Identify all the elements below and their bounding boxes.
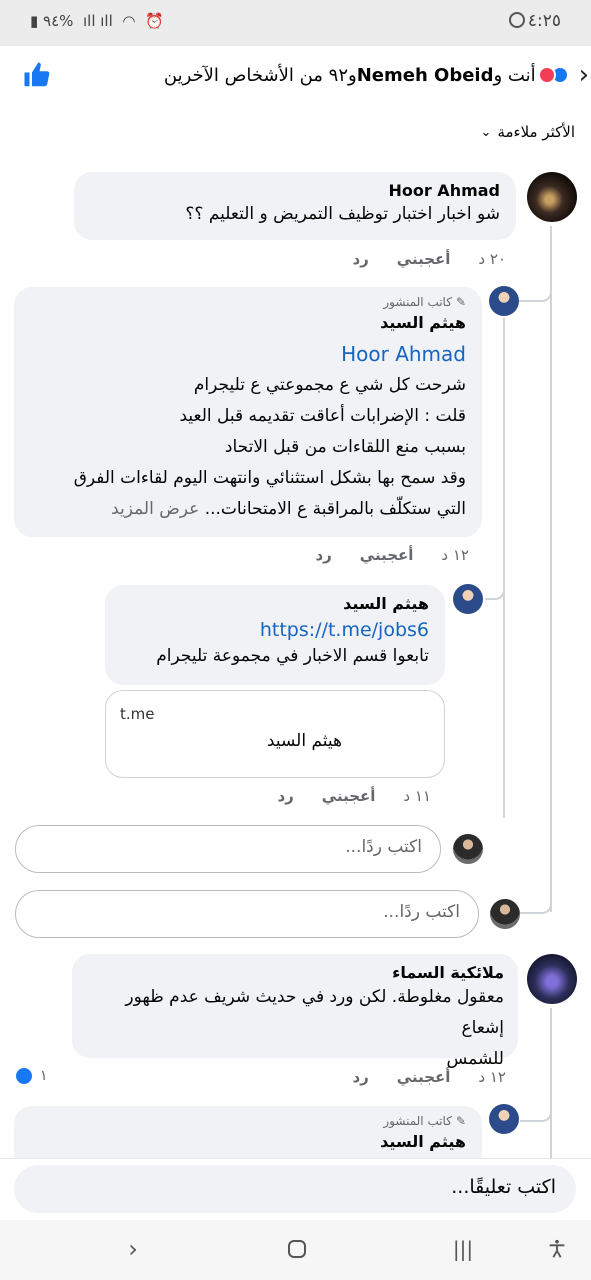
- comment-input[interactable]: اكتب تعليقًا...: [14, 1165, 576, 1213]
- comment-bubble[interactable]: Hoor Ahmad شو اخبار اختبار توظيف التمريض…: [74, 172, 516, 240]
- pencil-icon: ✎: [455, 295, 466, 309]
- avatar[interactable]: [527, 172, 577, 222]
- comment-time: ١٢ د: [441, 546, 469, 564]
- status-icons: ▮ ٩٤% ıll ıll ◠ ⏰: [30, 12, 164, 30]
- comment-bubble[interactable]: ملائكية السماء معقول مغلوطة. لكن ورد في …: [72, 954, 518, 1069]
- whatsapp-icon: [509, 12, 525, 28]
- reply-button[interactable]: رد: [352, 250, 368, 268]
- preview-title: هيثم السيد: [266, 731, 342, 751]
- reply-bubble[interactable]: ✎ كاتب المنشور هيثم السيد: [14, 1106, 482, 1166]
- thread-line: [550, 1008, 552, 1158]
- avatar: [490, 899, 520, 929]
- comment-author[interactable]: هيثم السيد: [30, 1132, 466, 1151]
- status-time: ٤:٢٥: [527, 11, 561, 31]
- reactions-header: ‹ أنت و Nemeh Obeid و٩٢ من الأشخاص الآخر…: [0, 46, 591, 106]
- like-button[interactable]: أعجبني: [360, 546, 414, 564]
- comment-time: ١١ د: [403, 787, 431, 805]
- like-button[interactable]: أعجبني: [397, 1068, 451, 1086]
- author-badge-label: كاتب المنشور: [383, 295, 452, 309]
- reactors-others: و٩٢ من الأشخاص الآخرين: [163, 64, 357, 86]
- comment-author[interactable]: Hoor Ahmad: [90, 181, 500, 200]
- chevron-right-icon[interactable]: ‹: [579, 62, 589, 88]
- mention-link[interactable]: Hoor Ahmad: [30, 338, 466, 370]
- comment-actions: ٢٠ د أعجبني رد: [352, 250, 506, 268]
- accessibility-icon[interactable]: [542, 1234, 572, 1264]
- author-badge: ✎ كاتب المنشور: [30, 295, 466, 309]
- comment-line: بسبب منع اللقاءات من قبل الاتحاد: [224, 437, 466, 457]
- comment-time: ١٢ د: [478, 1068, 506, 1086]
- comment-author[interactable]: هيثم السيد: [121, 594, 429, 613]
- back-icon[interactable]: ›: [118, 1234, 148, 1264]
- reply-input[interactable]: اكتب ردًا...: [15, 825, 441, 873]
- comment-composer: اكتب تعليقًا...: [0, 1158, 591, 1220]
- preview-domain: t.me: [120, 705, 155, 723]
- avatar[interactable]: [527, 954, 577, 1004]
- alarm-icon: ⏰: [140, 12, 164, 30]
- reply-bubble[interactable]: هيثم السيد https://t.me/jobs6 تابعوا قسم…: [105, 585, 445, 685]
- like-reaction-icon: [14, 1066, 34, 1086]
- comment-line: وقد سمح بها بشكل استثنائي وانتهت اليوم ل…: [73, 468, 466, 488]
- thread-line: [520, 1090, 552, 1122]
- comment-text: تابعوا قسم الاخبار في مجموعة تليجرام: [156, 646, 429, 666]
- see-more-link[interactable]: عرض المزيد: [111, 499, 199, 519]
- comment-input-placeholder: اكتب تعليقًا...: [451, 1176, 556, 1198]
- reaction-icons: [537, 66, 569, 84]
- pencil-icon: ✎: [455, 1114, 466, 1128]
- battery-level: ٩٤%: [43, 12, 74, 30]
- like-icon[interactable]: [22, 60, 52, 90]
- chevron-down-icon: ⌄: [480, 124, 492, 140]
- author-badge: ✎ كاتب المنشور: [30, 1114, 466, 1128]
- comment-author[interactable]: ملائكية السماء: [86, 963, 504, 982]
- reply-button[interactable]: رد: [315, 546, 331, 564]
- comment-actions: ١٢ د أعجبني رد: [315, 546, 469, 564]
- status-bar: ٤:٢٥ ▮ ٩٤% ıll ıll ◠ ⏰: [0, 0, 591, 46]
- avatar[interactable]: [489, 286, 519, 316]
- comment-author[interactable]: هيثم السيد: [30, 313, 466, 332]
- thread-line: [503, 318, 505, 818]
- reply-input[interactable]: اكتب ردًا...: [15, 890, 479, 938]
- avatar[interactable]: [453, 584, 483, 614]
- comment-line: قلت : الإضرابات أعاقت تقديمه قبل العيد: [179, 406, 466, 426]
- comment-like-count[interactable]: ١: [14, 1066, 48, 1086]
- author-badge-label: كاتب المنشور: [383, 1114, 452, 1128]
- comment-line-text: التي ستكلّف بالمراقبة ع الامتحانات...: [204, 499, 466, 519]
- love-reaction-icon: [537, 66, 556, 84]
- reply-bubble[interactable]: ✎ كاتب المنشور هيثم السيد Hoor Ahmad شرح…: [14, 287, 482, 537]
- reactors-you: أنت و: [493, 64, 536, 86]
- reply-input-placeholder: اكتب ردًا...: [383, 902, 460, 922]
- recent-apps-icon[interactable]: |||: [448, 1234, 478, 1264]
- like-button[interactable]: أعجبني: [322, 787, 376, 805]
- battery-icon: ▮: [30, 12, 39, 30]
- sort-dropdown[interactable]: الأكثر ملاءمة ⌄: [481, 123, 575, 141]
- reply-button[interactable]: رد: [352, 1068, 368, 1086]
- comment-line: شرحت كل شي ع مجموعتي ع تليجرام: [193, 375, 466, 395]
- reply-input-placeholder: اكتب ردًا...: [345, 837, 422, 857]
- telegram-link[interactable]: https://t.me/jobs6: [121, 619, 429, 641]
- thread-line: [520, 880, 552, 914]
- comment-text: شو اخبار اختبار توظيف التمريض و التعليم …: [185, 204, 500, 224]
- like-count-value: ١: [40, 1068, 48, 1084]
- reactors-link[interactable]: ‹ أنت و Nemeh Obeid و٩٢ من الأشخاص الآخر…: [164, 62, 589, 88]
- like-button[interactable]: أعجبني: [397, 250, 451, 268]
- avatar[interactable]: [489, 1104, 519, 1134]
- sort-label: الأكثر ملاءمة: [497, 123, 575, 141]
- comment-actions: ١٢ د أعجبني رد: [352, 1068, 506, 1086]
- system-nav-bar: › |||: [0, 1220, 591, 1280]
- link-preview-card[interactable]: t.me هيثم السيد: [105, 690, 445, 778]
- avatar: [453, 834, 483, 864]
- signal-icon: ıll ıll: [78, 12, 113, 30]
- thread-line: [485, 580, 505, 600]
- comment-line: التي ستكلّف بالمراقبة ع الامتحانات... عر…: [30, 494, 466, 525]
- comment-actions: ١١ د أعجبني رد: [277, 787, 431, 805]
- reactor-name: Nemeh Obeid: [356, 64, 494, 86]
- wifi-icon: ◠: [117, 12, 136, 30]
- comment-line: معقول مغلوطة. لكن ورد في حديث شريف عدم ظ…: [125, 987, 504, 1038]
- reply-button[interactable]: رد: [277, 787, 293, 805]
- home-icon[interactable]: [282, 1234, 312, 1264]
- thread-line: [550, 300, 552, 912]
